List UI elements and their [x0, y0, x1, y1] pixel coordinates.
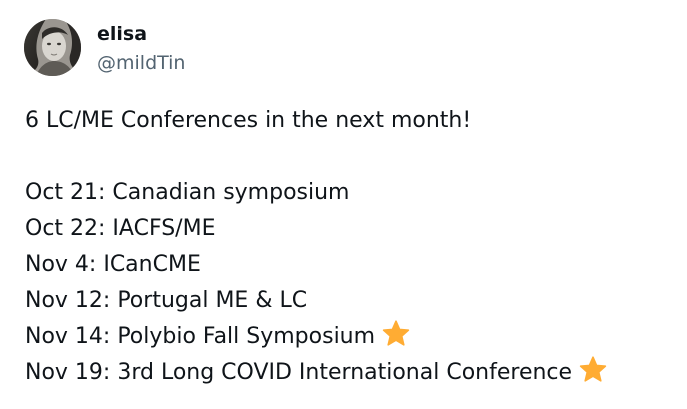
conference-line: Nov 4: ICanCME: [25, 247, 665, 283]
conference-line: Nov 14: Polybio Fall Symposium: [25, 319, 665, 355]
display-name[interactable]: elisa: [97, 22, 185, 46]
conference-line: Nov 19: 3rd Long COVID International Con…: [25, 355, 665, 391]
conference-text: Nov 12: Portugal ME & LC: [25, 288, 308, 313]
conference-text: Nov 14: Polybio Fall Symposium: [25, 324, 376, 349]
star-icon: [578, 355, 608, 385]
star-icon: [381, 319, 411, 349]
tweet-intro: 6 LC/ME Conferences in the next month!: [25, 108, 472, 133]
conference-line: Oct 22: IACFS/ME: [25, 211, 665, 247]
conference-text: Nov 4: ICanCME: [25, 252, 201, 277]
avatar-image: [24, 19, 81, 76]
conference-text: Oct 22: IACFS/ME: [25, 216, 216, 241]
tweet-body: 6 LC/ME Conferences in the next month! O…: [25, 103, 665, 391]
avatar[interactable]: [24, 19, 81, 76]
conference-line: Nov 12: Portugal ME & LC: [25, 283, 665, 319]
conference-text: Oct 21: Canadian symposium: [25, 180, 350, 205]
author-info: elisa @mildTin: [97, 22, 185, 75]
tweet: elisa @mildTin 6 LC/ME Conferences in th…: [0, 0, 687, 409]
conference-line: Oct 21: Canadian symposium: [25, 175, 665, 211]
conference-text: Nov 19: 3rd Long COVID International Con…: [25, 360, 573, 385]
user-handle[interactable]: @mildTin: [97, 51, 185, 75]
